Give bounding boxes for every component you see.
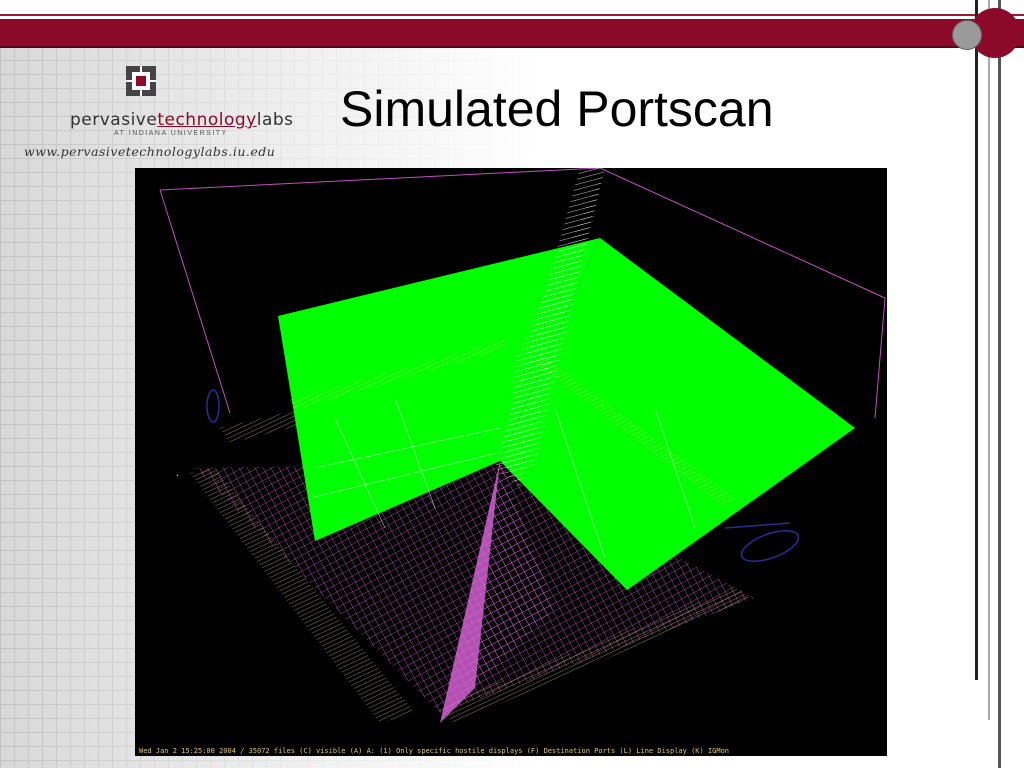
logo-text-part2: technology	[157, 110, 257, 130]
decorative-gray-circle	[952, 20, 982, 50]
top-accent-bar	[0, 19, 1024, 48]
logo-url: www.pervasivetechnologylabs.iu.edu	[24, 144, 276, 159]
slide-title: Simulated Portscan	[340, 81, 774, 137]
right-vertical-bar-thin	[988, 0, 990, 720]
axis-tick-label: ·	[175, 471, 180, 480]
logo-text-part3: labs	[256, 110, 294, 130]
visualization-canvas: ·	[159, 168, 886, 723]
slide: pervasivetechnologylabs AT INDIANA UNIVE…	[0, 0, 1024, 768]
lab-logo: pervasivetechnologylabs AT INDIANA UNIVE…	[24, 60, 293, 170]
logo-wordmark: pervasivetechnologylabs	[70, 110, 294, 130]
logo-text-part1: pervasive	[70, 110, 158, 130]
top-accent-line	[0, 14, 1024, 16]
right-vertical-bar	[975, 0, 978, 680]
logo-subtitle: AT INDIANA UNIVERSITY	[114, 130, 228, 137]
right-vertical-bar-dark	[998, 0, 1001, 768]
portscan-visualization: · Wed Jan 2 15:25:00 2004 / 35072 files …	[135, 168, 887, 756]
logo-mark-icon	[126, 66, 156, 96]
status-line: Wed Jan 2 15:25:00 2004 / 35072 files (C…	[139, 747, 730, 755]
